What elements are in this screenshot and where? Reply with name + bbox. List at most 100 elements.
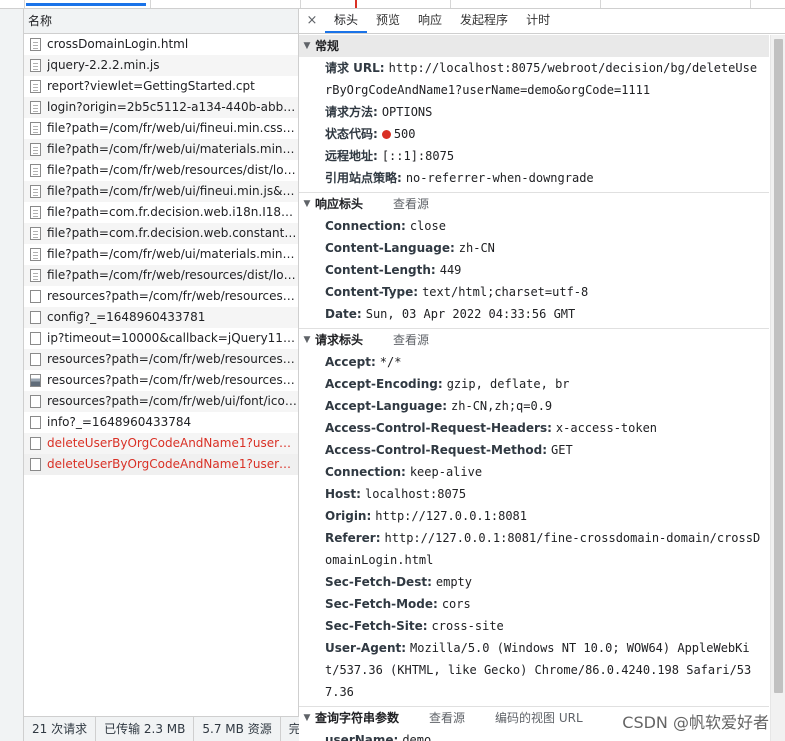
request-row[interactable]: resources?path=/com/fr/web/resources/dis… bbox=[24, 286, 298, 307]
response-headers-section-header[interactable]: ▼ 响应标头 查看源 bbox=[299, 193, 769, 215]
header-value: close bbox=[409, 219, 446, 233]
request-name: resources?path=/com/fr/web/resources/dis… bbox=[47, 289, 298, 303]
name-column-header[interactable]: 名称 bbox=[24, 9, 298, 34]
request-name: crossDomainLogin.html bbox=[47, 37, 189, 51]
header-value: Sun, 03 Apr 2022 04:33:56 GMT bbox=[365, 307, 576, 321]
header-key: Accept-Language: bbox=[325, 399, 448, 413]
triangle-down-icon[interactable]: ▼ bbox=[299, 707, 315, 729]
request-row[interactable]: report?viewlet=GettingStarted.cpt bbox=[24, 76, 298, 97]
response-header-list: Connection: close Content-Language: zh-CN Co… bbox=[299, 215, 769, 325]
field-value: 500 bbox=[393, 127, 416, 141]
request-name: file?path=/com/fr/web/resources/dist/log… bbox=[47, 268, 298, 282]
request-row[interactable]: resources?path=/com/fr/web/resources/dis… bbox=[24, 349, 298, 370]
request-name: config?_=1648960433781 bbox=[47, 310, 206, 324]
request-name: report?viewlet=GettingStarted.cpt bbox=[47, 79, 255, 93]
headers-content: ▼ 常规 请求 URL: http://localhost:8075/webroo… bbox=[299, 35, 769, 741]
file-icon bbox=[30, 269, 41, 282]
tab-timing[interactable]: 计时 bbox=[517, 9, 559, 33]
request-row[interactable]: jquery-2.2.2.min.js bbox=[24, 55, 298, 76]
file-icon bbox=[30, 248, 41, 261]
request-row[interactable]: config?_=1648960433781 bbox=[24, 307, 298, 328]
triangle-down-icon[interactable]: ▼ bbox=[299, 35, 315, 57]
header-value: zh-CN,zh;q=0.9 bbox=[451, 399, 553, 413]
field-key: 引用站点策略: bbox=[325, 171, 402, 185]
field-key: userName: bbox=[325, 733, 399, 741]
view-source-link[interactable]: 查看源 bbox=[393, 329, 429, 351]
request-name: resources?path=/com/fr/web/resources/dis… bbox=[47, 373, 298, 387]
image-file-icon bbox=[30, 374, 41, 387]
view-url-encoded-link[interactable]: 编码的视图 URL bbox=[495, 707, 583, 729]
file-icon bbox=[30, 416, 41, 429]
tab-response[interactable]: 响应 bbox=[409, 9, 451, 33]
request-row[interactable]: file?path=/com/fr/web/ui/materials.min.j… bbox=[24, 244, 298, 265]
header-value: http://127.0.0.1:8081 bbox=[375, 509, 527, 523]
field-key: 请求方法: bbox=[325, 105, 378, 119]
request-row[interactable]: deleteUserByOrgCodeAndName1?userName... bbox=[24, 454, 298, 475]
request-row[interactable]: file?path=/com/fr/web/resources/dist/log… bbox=[24, 265, 298, 286]
request-row[interactable]: file?path=com.fr.decision.web.i18n.I18nT… bbox=[24, 202, 298, 223]
header-key: Connection: bbox=[325, 219, 406, 233]
request-row[interactable]: resources?path=/com/fr/web/resources/dis… bbox=[24, 370, 298, 391]
header-value: cors bbox=[441, 597, 471, 611]
header-row: Access-Control-Request-Headers: x-access-… bbox=[299, 417, 769, 439]
request-name: resources?path=/com/fr/web/ui/font/iconf… bbox=[47, 394, 298, 408]
request-row[interactable]: crossDomainLogin.html bbox=[24, 34, 298, 55]
header-row: User-Agent: Mozilla/5.0 (Windows NT 10.0;… bbox=[299, 637, 769, 703]
header-key: Access-Control-Request-Headers: bbox=[325, 421, 552, 435]
status-bar: 21 次请求已传输 2.3 MB5.7 MB 资源完 bbox=[24, 716, 299, 741]
request-row[interactable]: login?origin=2b5c5112-a134-440b-abb8-d1.… bbox=[24, 97, 298, 118]
file-icon bbox=[30, 38, 41, 51]
header-key: Accept-Encoding: bbox=[325, 377, 443, 391]
file-icon bbox=[30, 122, 41, 135]
header-key: Sec-Fetch-Site: bbox=[325, 619, 428, 633]
file-icon bbox=[30, 311, 41, 324]
request-row[interactable]: file?path=/com/fr/web/resources/dist/log… bbox=[24, 160, 298, 181]
header-row: Origin: http://127.0.0.1:8081 bbox=[299, 505, 769, 527]
vertical-scrollbar[interactable] bbox=[770, 35, 785, 741]
file-icon bbox=[30, 185, 41, 198]
header-row: Connection: keep-alive bbox=[299, 461, 769, 483]
field-value: OPTIONS bbox=[381, 105, 433, 119]
request-row[interactable]: deleteUserByOrgCodeAndName1?userName... bbox=[24, 433, 298, 454]
header-row: Date: Sun, 03 Apr 2022 04:33:56 GMT bbox=[299, 303, 769, 325]
triangle-down-icon[interactable]: ▼ bbox=[299, 329, 315, 351]
referrer-policy-row: 引用站点策略: no-referrer-when-downgrade bbox=[299, 167, 769, 189]
request-name: deleteUserByOrgCodeAndName1?userName... bbox=[47, 436, 298, 450]
request-row[interactable]: file?path=/com/fr/web/ui/fineui.min.js&t… bbox=[24, 181, 298, 202]
header-key: Host: bbox=[325, 487, 361, 501]
file-icon bbox=[30, 458, 41, 471]
file-icon bbox=[30, 227, 41, 240]
request-headers-section-header[interactable]: ▼ 请求标头 查看源 bbox=[299, 329, 769, 351]
status-code-row: 状态代码: 500 bbox=[299, 123, 769, 145]
header-key: Date: bbox=[325, 307, 362, 321]
tab-headers[interactable]: 标头 bbox=[325, 9, 368, 33]
request-name: jquery-2.2.2.min.js bbox=[47, 58, 160, 72]
scrollbar-thumb[interactable] bbox=[774, 39, 783, 693]
request-row[interactable]: file?path=/com/fr/web/ui/fineui.min.css&… bbox=[24, 118, 298, 139]
field-key: 请求 URL: bbox=[325, 61, 385, 75]
request-name: file?path=/com/fr/web/ui/fineui.min.css&… bbox=[47, 121, 298, 135]
view-source-link[interactable]: 查看源 bbox=[429, 707, 465, 729]
request-row[interactable]: resources?path=/com/fr/web/ui/font/iconf… bbox=[24, 391, 298, 412]
request-rows: crossDomainLogin.html jquery-2.2.2.min.js… bbox=[24, 34, 298, 475]
header-row: Sec-Fetch-Site: cross-site bbox=[299, 615, 769, 637]
close-icon[interactable]: × bbox=[299, 9, 325, 33]
request-row[interactable]: ip?timeout=10000&callback=jQuery1124047.… bbox=[24, 328, 298, 349]
request-row[interactable]: file?path=/com/fr/web/ui/materials.min.c… bbox=[24, 139, 298, 160]
header-key: Connection: bbox=[325, 465, 406, 479]
transferred-size: 已传输 2.3 MB bbox=[96, 717, 195, 741]
request-row[interactable]: info?_=1648960433784 bbox=[24, 412, 298, 433]
header-key: Access-Control-Request-Method: bbox=[325, 443, 548, 457]
request-url-row: 请求 URL: http://localhost:8075/webroot/dec… bbox=[299, 57, 769, 101]
watermark: CSDN @帆软爱好者 bbox=[622, 713, 769, 732]
file-icon bbox=[30, 101, 41, 114]
tab-initiator[interactable]: 发起程序 bbox=[451, 9, 517, 33]
tab-preview[interactable]: 预览 bbox=[367, 9, 409, 33]
triangle-down-icon[interactable]: ▼ bbox=[299, 193, 315, 215]
remote-address-row: 远程地址: [::1]:8075 bbox=[299, 145, 769, 167]
field-key: 状态代码: bbox=[325, 127, 378, 141]
general-section-header[interactable]: ▼ 常规 bbox=[299, 35, 769, 57]
view-source-link[interactable]: 查看源 bbox=[393, 193, 429, 215]
file-icon bbox=[30, 353, 41, 366]
request-row[interactable]: file?path=com.fr.decision.web.constant.C… bbox=[24, 223, 298, 244]
